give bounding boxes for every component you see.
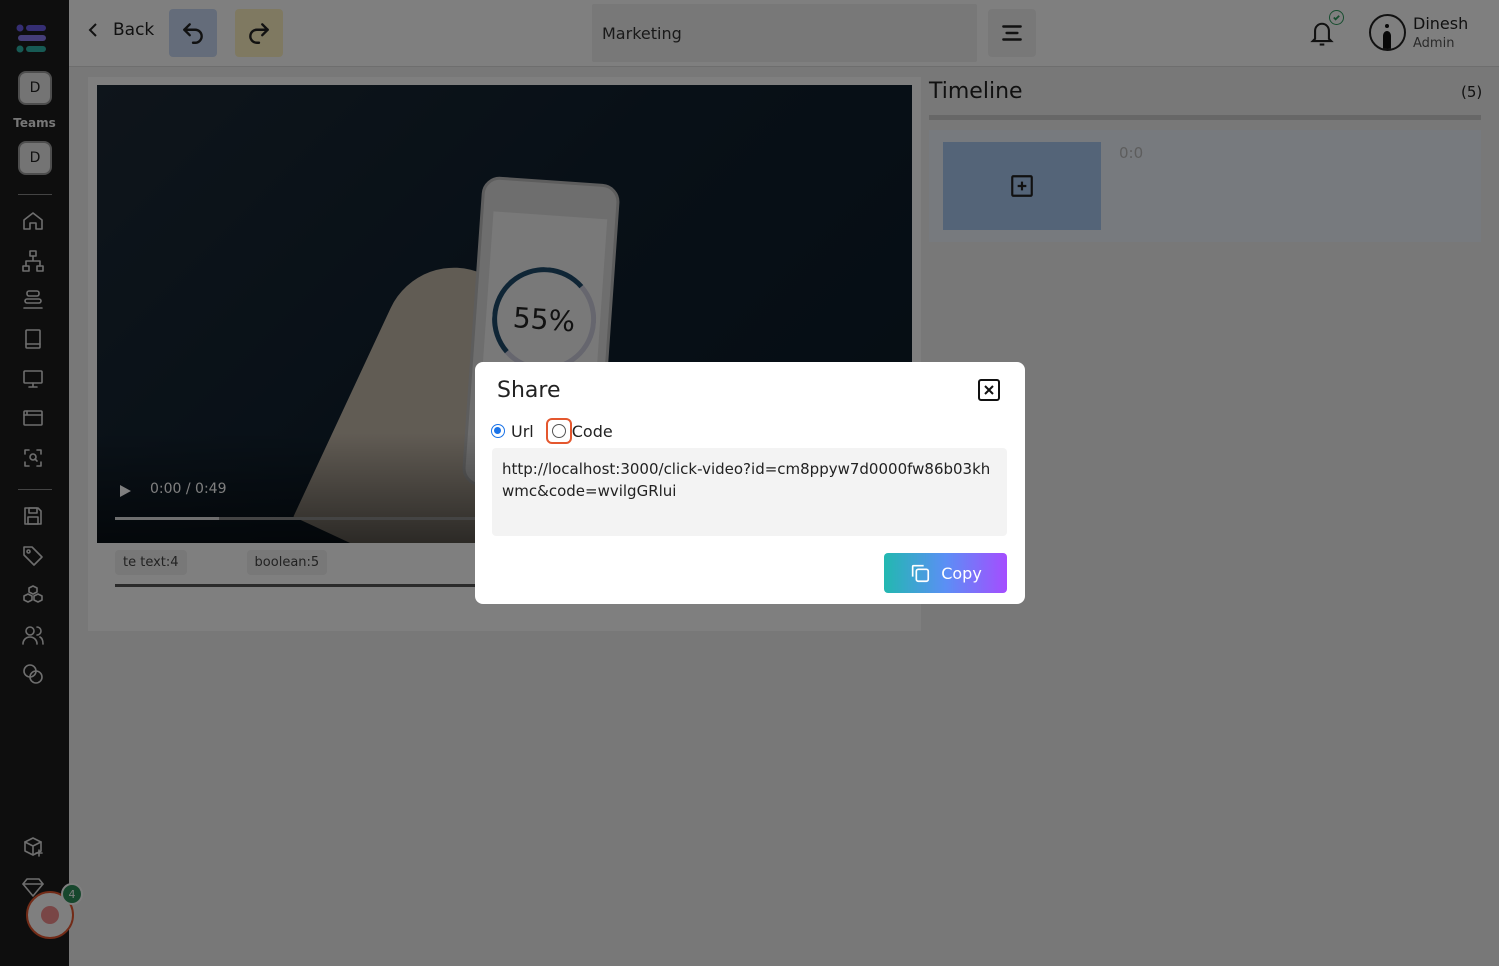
- radio-code-focus[interactable]: [545, 418, 572, 444]
- copy-label: Copy: [941, 563, 982, 583]
- share-url-textarea[interactable]: http://localhost:3000/click-video?id=cm8…: [492, 448, 1007, 536]
- close-icon[interactable]: [977, 378, 1001, 402]
- radio-code[interactable]: [551, 424, 566, 438]
- share-modal: Share Url Code http://localhost:3000/cli…: [475, 362, 1025, 604]
- copy-button[interactable]: Copy: [884, 553, 1007, 593]
- radio-url-label[interactable]: Url: [511, 422, 534, 441]
- share-type-radio-group: Url Code: [491, 418, 613, 444]
- copy-icon: [912, 564, 930, 583]
- modal-title: Share: [497, 378, 561, 403]
- radio-url[interactable]: [491, 424, 505, 438]
- radio-code-label[interactable]: Code: [572, 422, 613, 441]
